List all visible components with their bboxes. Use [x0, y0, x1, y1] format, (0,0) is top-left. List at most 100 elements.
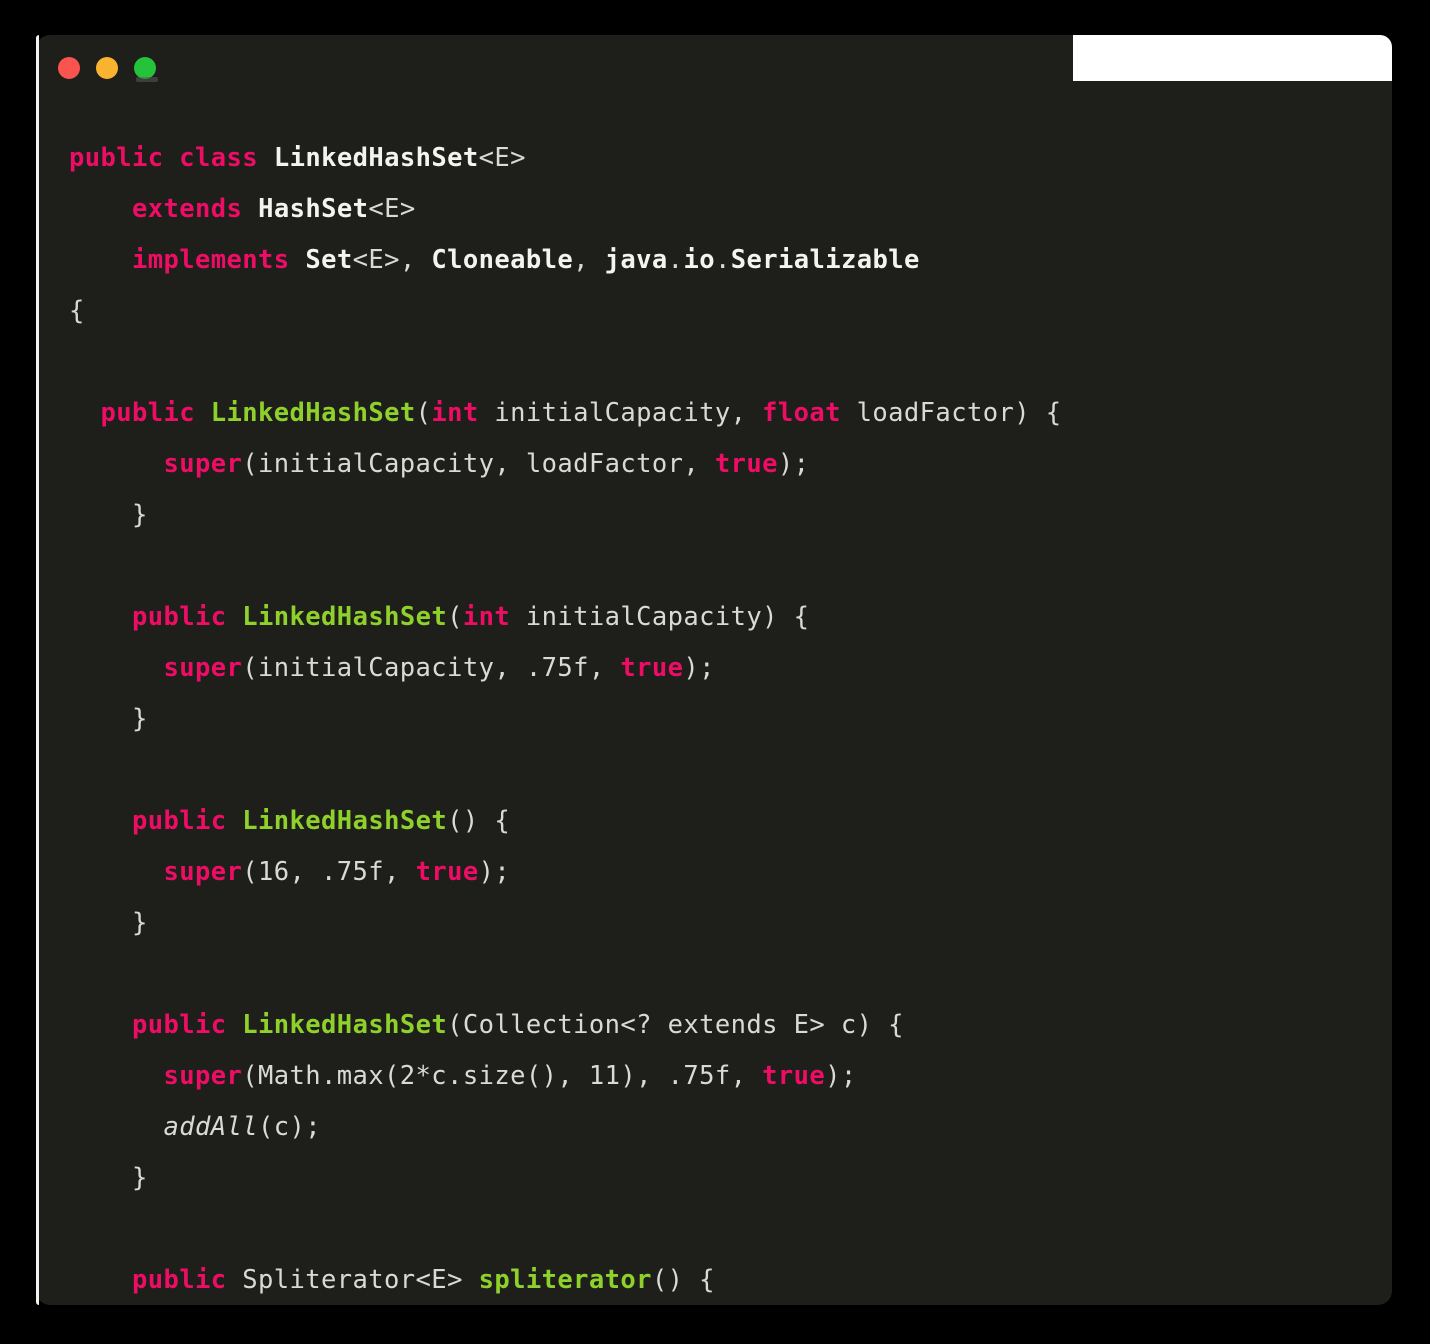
code-line: public Spliterator<E> spliterator() { [36, 1255, 1392, 1305]
code-token: loadFactor) { [840, 398, 1062, 428]
code-editor-content[interactable]: public class LinkedHashSet<E> extends Ha… [36, 97, 1392, 1305]
code-token: class [179, 143, 259, 173]
maximize-window-icon[interactable] [134, 57, 156, 79]
code-token: public [132, 1265, 227, 1295]
code-line: } [36, 490, 1392, 541]
code-token: () { [651, 1265, 715, 1295]
code-token: LinkedHashSet [210, 398, 416, 428]
code-token: io [683, 245, 715, 275]
code-token: } [69, 908, 148, 938]
minimize-window-icon[interactable] [96, 57, 118, 79]
code-token: true [762, 1061, 826, 1091]
code-token: super [163, 1061, 243, 1091]
code-token: ( [447, 602, 463, 632]
code-token: ); [777, 449, 810, 479]
code-token: float [762, 398, 841, 428]
code-token: public [100, 398, 196, 428]
code-token: , [573, 245, 605, 275]
code-line: public LinkedHashSet(int initialCapacity… [36, 388, 1392, 439]
code-token: } [69, 1163, 148, 1193]
code-token: true [714, 449, 778, 479]
code-line: addAll(c); [36, 1102, 1392, 1153]
code-token: true [415, 857, 479, 887]
code-token: implements [132, 245, 290, 275]
code-token: java [604, 245, 668, 275]
code-token: Spliterator<E> [226, 1265, 479, 1295]
close-window-icon[interactable] [58, 57, 80, 79]
code-line: super(initialCapacity, loadFactor, true)… [36, 439, 1392, 490]
code-token: (Math.max(2*c.size(), 11), .75f, [242, 1061, 763, 1091]
code-token: addAll [163, 1112, 259, 1142]
code-line: extends HashSet<E> [36, 184, 1392, 235]
code-line: super(Math.max(2*c.size(), 11), .75f, tr… [36, 1051, 1392, 1102]
code-line: implements Set<E>, Cloneable, java.io.Se… [36, 235, 1392, 286]
code-token: spliterator [478, 1265, 652, 1295]
code-token: public [132, 602, 227, 632]
code-line: { [36, 286, 1392, 337]
code-token: LinkedHashSet [242, 1010, 448, 1040]
titlebar-artifact [136, 77, 158, 82]
code-token: . [667, 245, 684, 275]
code-line: public LinkedHashSet() { [36, 796, 1392, 847]
code-token: extends [132, 194, 243, 224]
code-token: { [69, 296, 85, 326]
code-token: LinkedHashSet [242, 602, 448, 632]
code-token: true [620, 653, 684, 683]
code-token: } [69, 500, 148, 530]
code-token: (initialCapacity, .75f, [242, 653, 621, 683]
code-token: Serializable [730, 245, 920, 275]
code-token: Cloneable [431, 245, 574, 275]
code-token: ( [415, 398, 432, 428]
code-token: initialCapacity) { [510, 602, 810, 632]
code-token: ); [478, 857, 511, 887]
code-token: (16, .75f, [242, 857, 416, 887]
code-token: ); [683, 653, 715, 683]
code-line: } [36, 694, 1392, 745]
code-token: public [132, 806, 227, 836]
code-line: super(initialCapacity, .75f, true); [36, 643, 1392, 694]
code-token: LinkedHashSet [273, 143, 479, 173]
code-token: . [714, 245, 731, 275]
code-token: super [163, 653, 243, 683]
white-overlay-panel [1073, 35, 1392, 81]
code-line: } [36, 1153, 1392, 1204]
code-token: super [163, 449, 243, 479]
code-token: int [431, 398, 479, 428]
code-token: , [399, 245, 432, 275]
code-line: public LinkedHashSet(Collection<? extend… [36, 1000, 1392, 1051]
code-token: Set [305, 245, 353, 275]
code-token: } [69, 704, 148, 734]
code-window: public class LinkedHashSet<E> extends Ha… [36, 35, 1392, 1305]
code-token: <E> [478, 143, 526, 173]
code-token: (Collection<? extends E> c) { [447, 1010, 904, 1040]
code-token: ); [825, 1061, 857, 1091]
code-token: LinkedHashSet [242, 806, 448, 836]
code-line: public class LinkedHashSet<E> [36, 133, 1392, 184]
code-token: int [462, 602, 511, 632]
code-token: <E> [352, 245, 400, 275]
code-token: () { [447, 806, 511, 836]
code-token: public [132, 1010, 227, 1040]
code-line: } [36, 898, 1392, 949]
